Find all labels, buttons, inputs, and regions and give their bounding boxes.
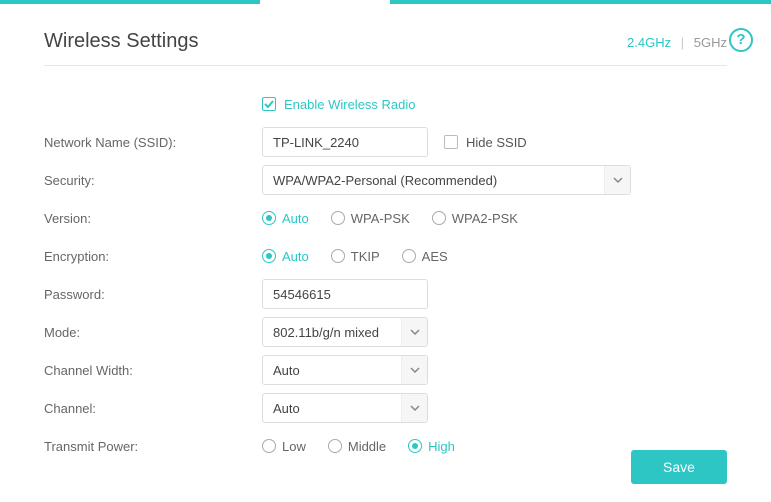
enable-wireless-radio-checkbox[interactable]: Enable Wireless Radio	[262, 97, 416, 112]
radio-icon	[408, 439, 422, 453]
radio-icon	[402, 249, 416, 263]
password-input[interactable]	[262, 279, 428, 309]
encryption-radio-auto[interactable]: Auto	[262, 249, 309, 264]
transmit-power-radio-group: Low Middle High	[262, 439, 455, 454]
radio-icon	[262, 439, 276, 453]
channel-select[interactable]: Auto	[262, 393, 428, 423]
chevron-down-icon	[401, 356, 427, 384]
band-24ghz[interactable]: 2.4GHz	[627, 35, 671, 50]
checkbox-icon	[444, 135, 458, 149]
radio-icon	[331, 211, 345, 225]
channel-label: Channel:	[44, 401, 262, 416]
band-5ghz[interactable]: 5GHz	[694, 35, 727, 50]
hide-ssid-label: Hide SSID	[466, 135, 527, 150]
security-value: WPA/WPA2-Personal (Recommended)	[273, 173, 497, 188]
transmit-power-label: Transmit Power:	[44, 439, 262, 454]
encryption-radio-tkip[interactable]: TKIP	[331, 249, 380, 264]
encryption-radio-aes[interactable]: AES	[402, 249, 448, 264]
radio-icon	[262, 249, 276, 263]
hide-ssid-checkbox[interactable]: Hide SSID	[444, 135, 527, 150]
version-radio-group: Auto WPA-PSK WPA2-PSK	[262, 211, 518, 226]
security-select[interactable]: WPA/WPA2-Personal (Recommended)	[262, 165, 631, 195]
version-radio-auto[interactable]: Auto	[262, 211, 309, 226]
mode-select[interactable]: 802.11b/g/n mixed	[262, 317, 428, 347]
chevron-down-icon	[604, 166, 630, 194]
transmit-power-radio-high[interactable]: High	[408, 439, 455, 454]
ssid-label: Network Name (SSID):	[44, 135, 262, 150]
radio-icon	[331, 249, 345, 263]
password-label: Password:	[44, 287, 262, 302]
channel-value: Auto	[273, 401, 300, 416]
top-accent-bar	[0, 0, 771, 4]
mode-value: 802.11b/g/n mixed	[273, 325, 379, 340]
save-button[interactable]: Save	[631, 450, 727, 484]
help-icon[interactable]: ?	[729, 28, 753, 52]
radio-icon	[328, 439, 342, 453]
page-title: Wireless Settings	[44, 30, 199, 53]
encryption-label: Encryption:	[44, 249, 262, 264]
chevron-down-icon	[401, 394, 427, 422]
security-label: Security:	[44, 173, 262, 188]
chevron-down-icon	[401, 318, 427, 346]
channel-width-select[interactable]: Auto	[262, 355, 428, 385]
version-radio-wpa-psk[interactable]: WPA-PSK	[331, 211, 410, 226]
radio-icon	[262, 211, 276, 225]
mode-label: Mode:	[44, 325, 262, 340]
transmit-power-radio-middle[interactable]: Middle	[328, 439, 386, 454]
transmit-power-radio-low[interactable]: Low	[262, 439, 306, 454]
enable-wireless-radio-label: Enable Wireless Radio	[284, 97, 416, 112]
version-label: Version:	[44, 211, 262, 226]
version-radio-wpa2-psk[interactable]: WPA2-PSK	[432, 211, 518, 226]
channel-width-label: Channel Width:	[44, 363, 262, 378]
radio-icon	[432, 211, 446, 225]
channel-width-value: Auto	[273, 363, 300, 378]
band-separator: |	[681, 35, 684, 50]
encryption-radio-group: Auto TKIP AES	[262, 249, 448, 264]
ssid-input[interactable]	[262, 127, 428, 157]
check-icon	[262, 97, 276, 111]
band-toggle: 2.4GHz | 5GHz	[627, 35, 727, 50]
